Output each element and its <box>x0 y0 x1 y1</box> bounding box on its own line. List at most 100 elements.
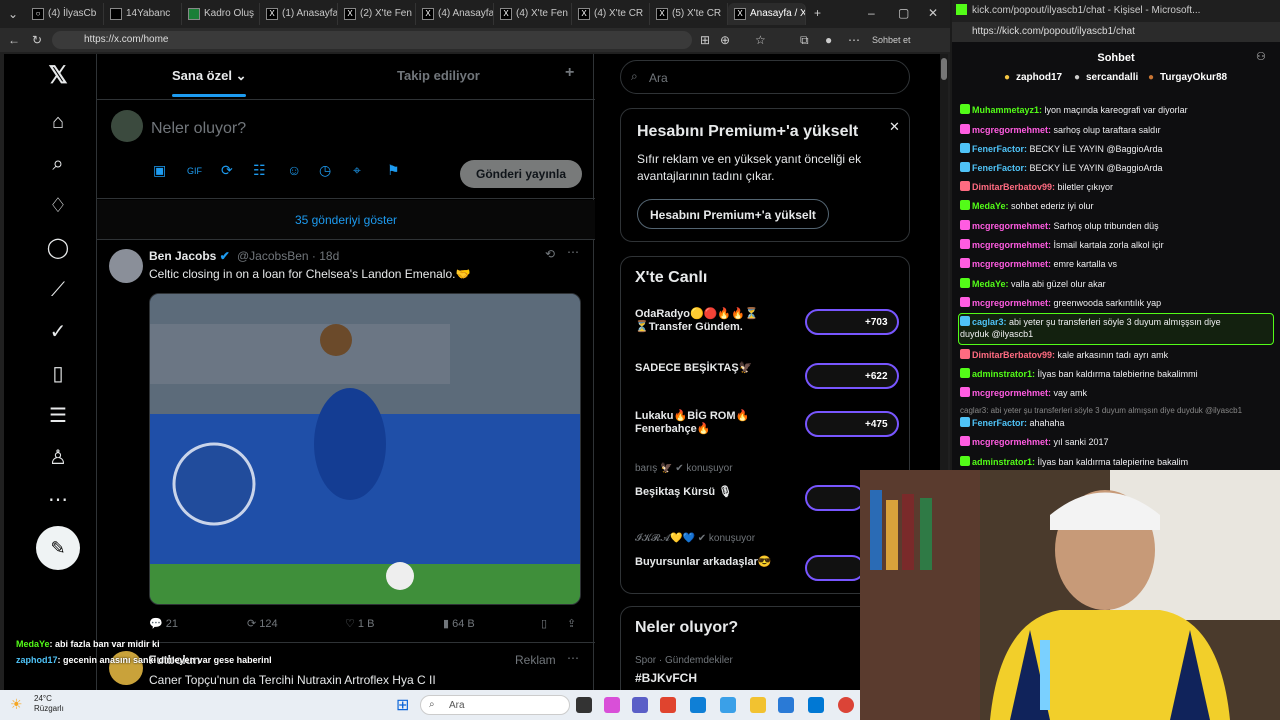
avatar[interactable] <box>109 249 143 283</box>
tab-actions-icon[interactable]: ⌄ <box>8 7 18 21</box>
gifter-name[interactable]: TurgayOkur88 <box>1160 72 1227 83</box>
poll-icon[interactable]: ☷ <box>253 162 266 179</box>
chat-message[interactable]: DimitarBerbatov99: kale arkasının tadı a… <box>960 349 1274 361</box>
repost-button[interactable]: ⟳ 124 <box>247 617 278 630</box>
chat-message[interactable]: adminstrator1: İlyas ban kaldırma talebi… <box>960 368 1274 380</box>
chat-username[interactable]: DimitarBerbatov99: <box>972 350 1058 360</box>
chat-username[interactable]: mcgregormehmet: <box>972 259 1054 269</box>
browser-tab[interactable]: X (4) X'te Fen <box>494 3 572 25</box>
more-icon[interactable]: ⋯ <box>567 651 579 665</box>
reader-icon[interactable]: ⊞ <box>700 33 710 47</box>
close-icon[interactable]: ✕ <box>928 6 938 20</box>
messages-icon[interactable]: ◯ <box>44 234 72 262</box>
scrollbar-thumb[interactable] <box>941 58 947 80</box>
mail-icon[interactable] <box>778 697 794 713</box>
chrome-icon[interactable] <box>838 697 854 713</box>
file-explorer-icon[interactable] <box>750 697 766 713</box>
tab-for-you[interactable]: Sana özel ⌄ <box>172 68 247 84</box>
back-icon[interactable]: ← <box>8 33 20 47</box>
app-icon[interactable] <box>720 697 736 713</box>
refresh-icon[interactable]: ↻ <box>32 33 42 47</box>
grok-icon[interactable]: ⟲ <box>545 247 555 261</box>
location-icon[interactable]: ⌖ <box>353 162 361 179</box>
live-listeners-pill[interactable]: +703 <box>805 309 899 335</box>
zoom-icon[interactable]: ⊕ <box>720 33 730 47</box>
extensions-icon[interactable]: ⧉ <box>800 33 809 48</box>
profile-icon[interactable]: ♙ <box>44 444 72 472</box>
x-logo-icon[interactable]: 𝕏 <box>44 62 72 90</box>
composer-input[interactable]: Neler oluyor? <box>151 120 246 138</box>
taskbar-search[interactable]: ⌕ Ara <box>420 695 570 715</box>
browser-tab[interactable]: ○ (4) İlyasCb <box>26 3 104 25</box>
chat-username[interactable]: caglar3: <box>972 317 1009 327</box>
more-icon[interactable]: ⋯ <box>848 33 860 47</box>
bookmarks-icon[interactable]: ▯ <box>44 360 72 388</box>
home-icon[interactable]: ⌂ <box>44 108 72 136</box>
chat-message[interactable]: FenerFactor: BECKY İLE YAYIN @BaggioArda <box>960 143 1274 155</box>
teams-icon[interactable] <box>632 697 648 713</box>
gifter-name[interactable]: zaphod17 <box>1016 72 1062 83</box>
tweet-handle[interactable]: @JacobsBen · 18d <box>237 249 339 263</box>
start-icon[interactable]: ⊞ <box>396 695 409 715</box>
weather-icon[interactable]: ☀ <box>10 696 23 713</box>
chat-username[interactable]: adminstrator1: <box>972 457 1038 467</box>
chat-username[interactable]: mcgregormehmet: <box>972 125 1054 135</box>
live-listeners-pill[interactable] <box>805 555 865 581</box>
notifications-icon[interactable]: ♢ <box>44 192 72 220</box>
chat-username[interactable]: mcgregormehmet: <box>972 437 1054 447</box>
chat-message[interactable]: caglar3: abi yeter şu transferleri söyle… <box>960 316 1274 340</box>
store-icon[interactable] <box>808 697 824 713</box>
chat-message[interactable]: adminstrator1: İlyas ban kaldırma talepi… <box>960 456 1274 468</box>
tweet-author-name[interactable]: Ben Jacobs ✔ <box>149 249 230 263</box>
live-listeners-pill[interactable]: +475 <box>805 411 899 437</box>
gifter-name[interactable]: sercandalli <box>1086 72 1138 83</box>
close-icon[interactable]: ✕ <box>889 119 900 135</box>
reply-button[interactable]: 💬 21 <box>149 617 178 630</box>
chat-message[interactable]: mcgregormehmet: greenwooda sarkıntılık y… <box>960 297 1274 309</box>
chat-message[interactable]: FenerFactor: ahahaha <box>960 417 1274 429</box>
emoji-icon[interactable]: ☺ <box>287 162 301 178</box>
users-icon[interactable]: ⚇ <box>1256 50 1266 63</box>
live-item-title[interactable]: Buyursunlar arkadaşlar😎 <box>635 555 772 568</box>
chat-username[interactable]: mcgregormehmet: <box>972 298 1054 308</box>
premium-upgrade-button[interactable]: Hesabını Premium+'a yükselt <box>637 199 829 229</box>
chat-message[interactable]: mcgregormehmet: vay amk <box>960 387 1274 399</box>
copilot-button[interactable]: Sohbet et <box>872 35 911 45</box>
chat-username[interactable]: DimitarBerbatov99: <box>972 182 1058 192</box>
more-icon[interactable]: ⋯ <box>44 486 72 514</box>
tab-following[interactable]: Takip ediliyor <box>397 68 480 83</box>
edge-icon[interactable] <box>690 697 706 713</box>
live-listeners-pill[interactable] <box>805 485 865 511</box>
chat-message[interactable]: FenerFactor: BECKY İLE YAYIN @BaggioArda <box>960 162 1274 174</box>
browser-tab-active[interactable]: X Anasayfa / X <box>728 3 806 25</box>
chat-message[interactable]: mcgregormehmet: yıl sanki 2017 <box>960 436 1274 448</box>
media-icon[interactable]: ▣ <box>153 162 166 179</box>
chat-url-bar[interactable]: https://kick.com/popout/ilyascb1/chat <box>952 22 1280 42</box>
weather-widget[interactable]: 24°C Rüzgarlı <box>34 694 64 714</box>
profile-avatar[interactable]: ● <box>825 33 832 47</box>
browser-tab[interactable]: X (4) X'te CR <box>572 3 650 25</box>
grok-icon[interactable]: ⟳ <box>221 162 233 179</box>
tweet-image[interactable] <box>149 293 581 605</box>
new-tab-icon[interactable]: + <box>814 6 821 20</box>
lists-icon[interactable]: ☰ <box>44 402 72 430</box>
chat-message[interactable]: mcgregormehmet: emre kartalla vs <box>960 258 1274 270</box>
gif-icon[interactable]: GIF <box>187 166 202 176</box>
live-item-title[interactable]: Lukaku🔥BİG ROM🔥 Fenerbahçe🔥 <box>635 409 749 435</box>
views-button[interactable]: ▮ 64 B <box>443 617 475 630</box>
live-listeners-pill[interactable]: +622 <box>805 363 899 389</box>
show-new-posts-button[interactable]: 35 gönderiyi göster <box>97 200 595 240</box>
share-icon[interactable]: ⇪ <box>567 617 576 630</box>
chat-username[interactable]: mcgregormehmet: <box>972 240 1054 250</box>
chat-message[interactable]: DimitarBerbatov99: biletler çıkıyor <box>960 181 1274 193</box>
task-view-icon[interactable] <box>576 697 592 713</box>
favorite-star-icon[interactable]: ☆ <box>755 33 766 47</box>
browser-tab[interactable]: 14Yabanc <box>104 3 182 25</box>
browser-tab[interactable]: X (4) Anasayfa <box>416 3 494 25</box>
add-tab-icon[interactable]: + <box>565 64 574 82</box>
browser-tab[interactable]: Kadro Oluş <box>182 3 260 25</box>
live-item-title[interactable]: Beşiktaş Kürsü 🎙 <box>635 485 732 498</box>
post-button[interactable]: Gönderi yayınla <box>460 160 582 188</box>
minimize-icon[interactable]: – <box>868 6 875 20</box>
chat-message[interactable]: mcgregormehmet: İsmail kartala zorla alk… <box>960 239 1274 251</box>
